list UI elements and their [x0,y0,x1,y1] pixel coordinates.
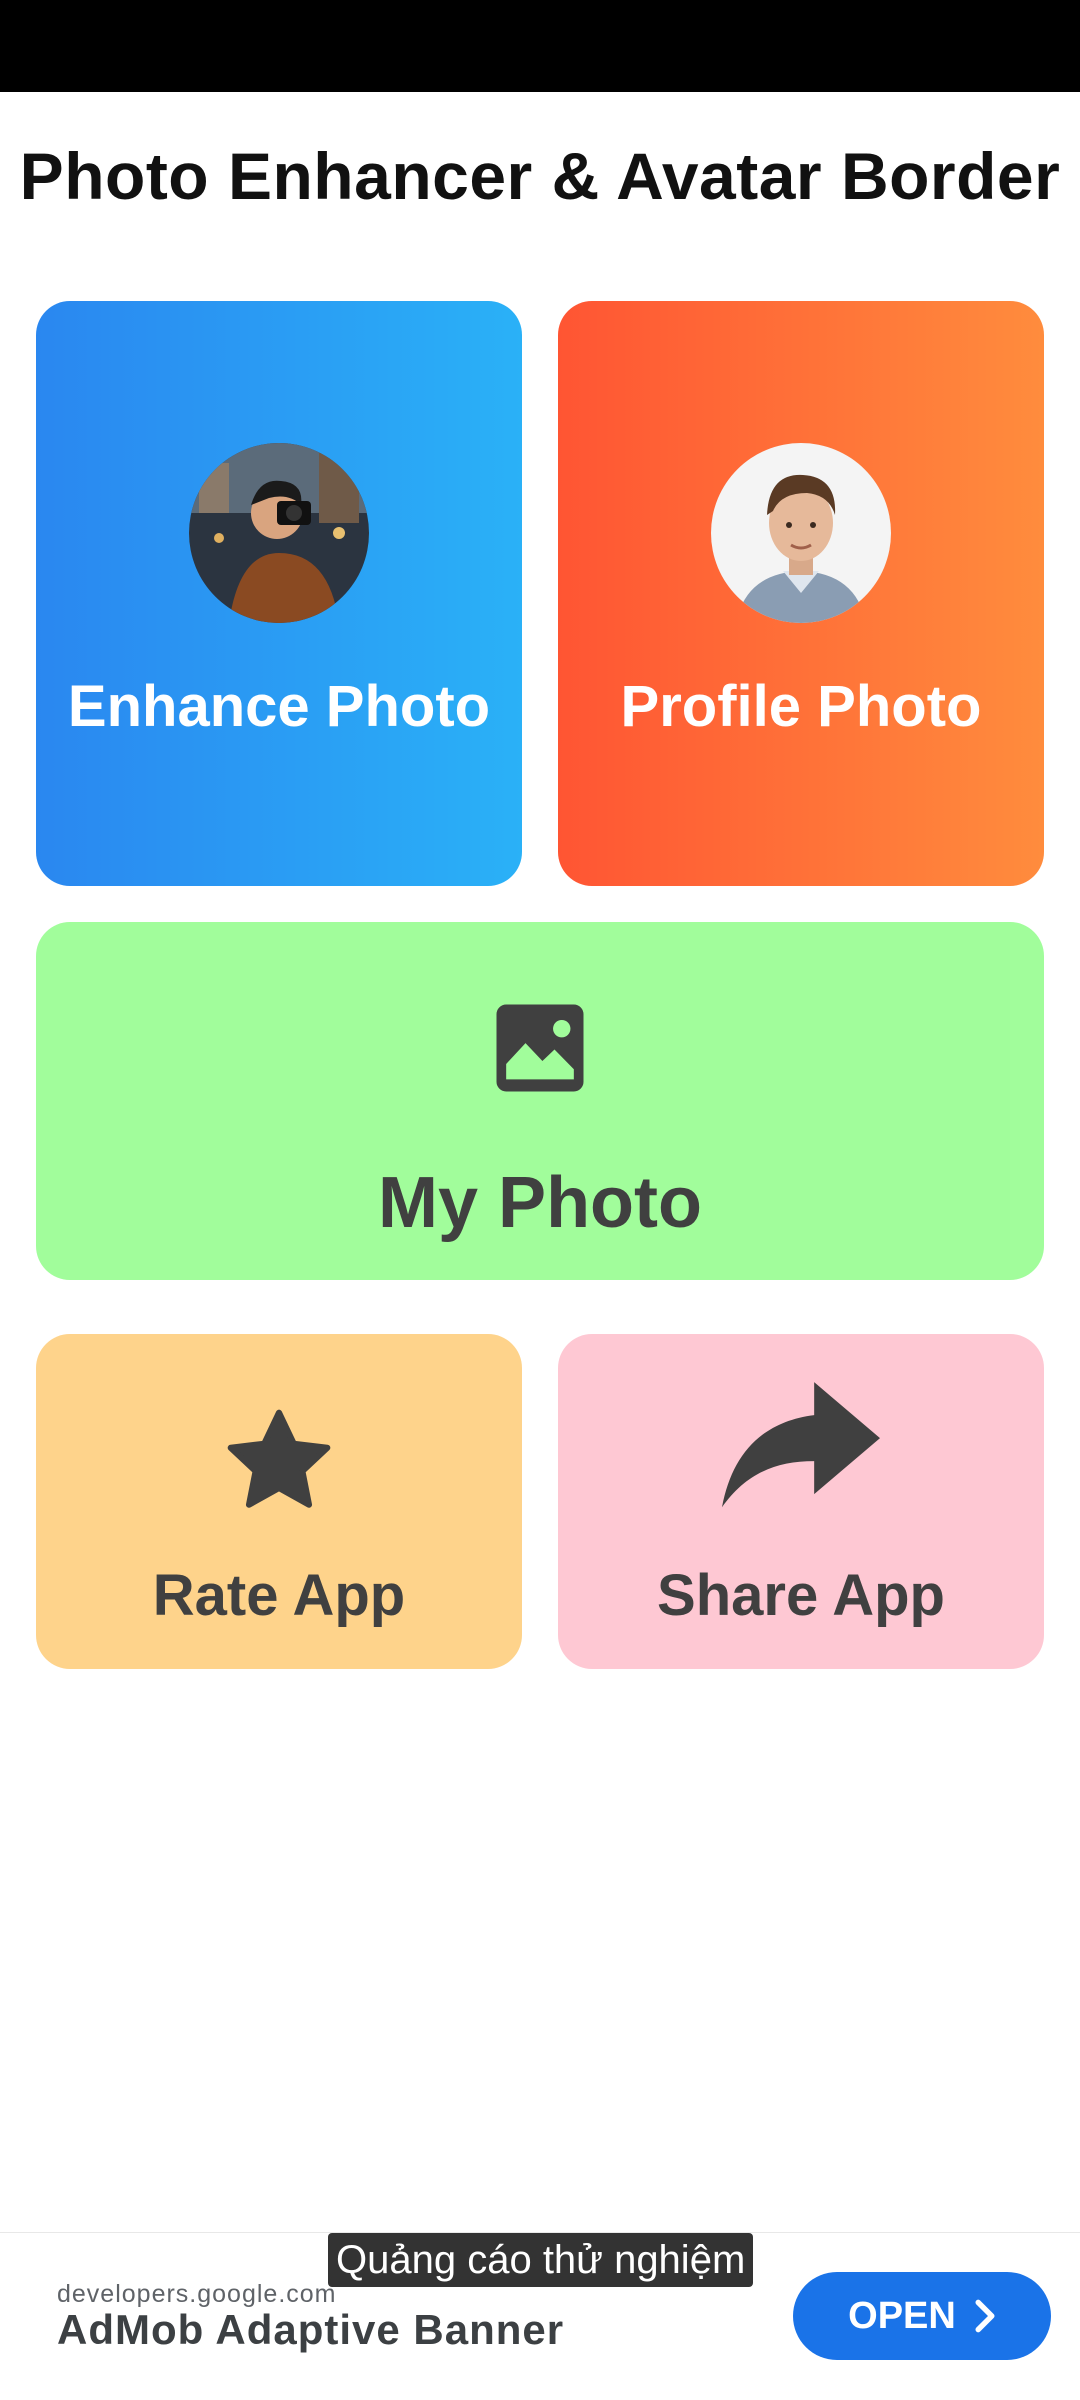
my-photo-card[interactable]: My Photo [36,922,1044,1280]
profile-photo-label: Profile Photo [620,674,982,739]
rate-app-label: Rate App [152,1563,406,1628]
my-photo-label: My Photo [378,1163,702,1243]
status-bar [0,0,1080,92]
share-app-card[interactable]: Share App [558,1334,1044,1669]
ad-headline[interactable]: AdMob Adaptive Banner [57,2306,564,2354]
profile-photo-thumbnail [711,443,891,623]
ad-open-label: OPEN [848,2294,956,2337]
enhance-photo-card[interactable]: Enhance Photo [36,301,522,886]
profile-photo-card[interactable]: Profile Photo [558,301,1044,886]
test-ad-label: Quảng cáo thử nghiệm [328,2233,754,2287]
ad-domain: developers.google.com [57,2280,337,2308]
page-title: Photo Enhancer & Avatar Border [19,139,1061,213]
enhance-photo-label: Enhance Photo [67,674,491,739]
star-icon [227,1409,331,1508]
share-icon [722,1382,880,1508]
image-icon [496,1004,584,1092]
chevron-right-icon [975,2299,995,2333]
enhance-photo-thumbnail [189,443,369,623]
ad-open-button[interactable]: OPEN [793,2272,1051,2360]
share-app-label: Share App [657,1563,945,1628]
rate-app-card[interactable]: Rate App [36,1334,522,1669]
